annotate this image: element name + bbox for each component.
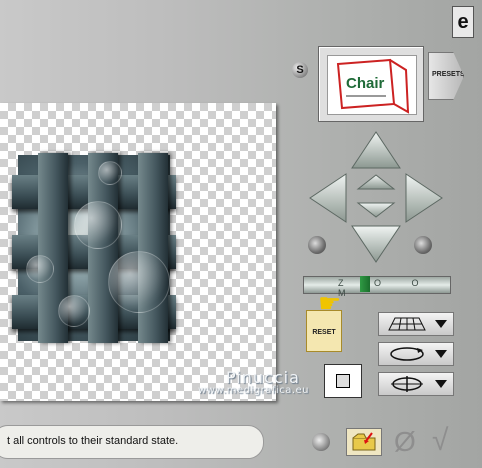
arrow-up-icon[interactable] xyxy=(350,130,402,170)
rotate-vertical-icon xyxy=(391,376,423,392)
bubble xyxy=(26,255,54,283)
cancel-icon[interactable]: Ø xyxy=(394,426,416,458)
zoom-label: Z O O M xyxy=(338,278,433,298)
folder-graphic xyxy=(352,432,376,451)
bubble xyxy=(98,161,122,185)
bubble xyxy=(108,251,170,313)
arrow-right-icon[interactable] xyxy=(404,172,444,224)
ok-check-icon[interactable]: √ xyxy=(432,424,448,458)
grid-icon[interactable] xyxy=(312,433,330,451)
rotate-right-icon[interactable] xyxy=(414,236,432,254)
rotate-flat-icon xyxy=(390,347,424,361)
zoom-thumb[interactable] xyxy=(360,276,370,292)
bubble xyxy=(74,201,122,249)
flip-dropdown[interactable] xyxy=(378,372,454,396)
presets-label: PRESETS xyxy=(432,71,465,78)
texture-square xyxy=(336,374,350,388)
arrow-left-icon[interactable] xyxy=(308,172,348,224)
logo-icon[interactable]: e xyxy=(452,6,474,38)
status-text: t all controls to their standard state. xyxy=(7,435,179,447)
preview-text: Chair xyxy=(346,75,385,92)
texture-thumbnail[interactable] xyxy=(324,364,362,398)
rotate-left-icon[interactable] xyxy=(308,236,326,254)
plane-dropdown[interactable] xyxy=(378,312,454,336)
weave-strip-v xyxy=(138,153,168,343)
preview-image: Chair xyxy=(327,55,417,115)
reset-label: RESET xyxy=(312,329,336,336)
preview-chair-graphic: Chair xyxy=(336,58,410,114)
status-bar: t all controls to their standard state. xyxy=(0,425,264,459)
arrow-down-icon[interactable] xyxy=(350,224,402,264)
rotation-dropdown[interactable] xyxy=(378,342,454,366)
chevron-down-icon xyxy=(435,350,447,358)
grid-plane-icon xyxy=(388,317,426,331)
folder-icon[interactable] xyxy=(346,428,382,456)
nudge-down-icon[interactable] xyxy=(356,202,396,218)
woven-image xyxy=(12,153,176,343)
reset-button[interactable]: RESET xyxy=(306,310,342,352)
logo-glyph: e xyxy=(457,10,469,33)
presets-button[interactable]: PRESETS xyxy=(428,52,464,100)
chevron-down-icon xyxy=(435,320,447,328)
chevron-down-icon xyxy=(435,380,447,388)
preset-preview[interactable]: Chair xyxy=(318,46,424,122)
bubble xyxy=(58,295,90,327)
s-button-icon[interactable]: S xyxy=(292,62,308,78)
watermark-url: www.medigrafica.eu xyxy=(198,385,309,396)
nudge-up-icon[interactable] xyxy=(356,174,396,190)
